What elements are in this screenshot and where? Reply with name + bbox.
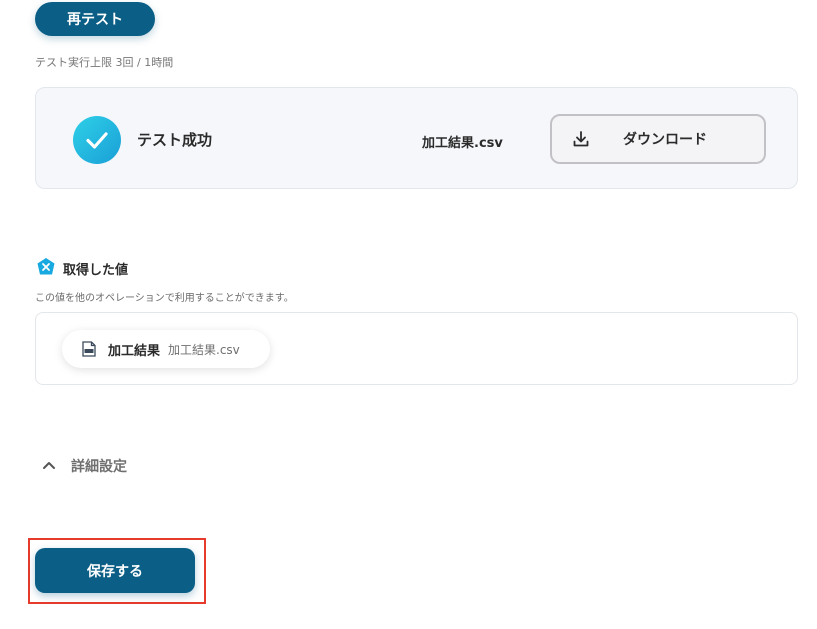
value-chip[interactable]: 加工結果 加工結果.csv — [62, 330, 270, 368]
download-label: ダウンロード — [623, 132, 707, 148]
check-icon — [73, 116, 121, 164]
test-limit-text: テスト実行上限 3回 / 1時間 — [35, 56, 174, 69]
value-file-name: 加工結果.csv — [168, 342, 240, 357]
acquired-values-box: 加工結果 加工結果.csv — [35, 312, 798, 385]
save-button[interactable]: 保存する — [35, 548, 195, 593]
test-result-card: テスト成功 加工結果.csv ダウンロード — [35, 87, 798, 189]
result-file-name: 加工結果.csv — [422, 136, 503, 151]
csv-file-icon — [82, 341, 96, 357]
download-icon — [572, 130, 590, 148]
retest-button[interactable]: 再テスト — [35, 2, 155, 36]
acquired-values-description: この値を他のオペレーションで利用することができます。 — [35, 293, 294, 304]
chevron-up-icon[interactable] — [42, 458, 56, 472]
acquired-values-title: 取得した値 — [63, 263, 129, 278]
value-label: 加工結果 — [108, 343, 161, 359]
detail-settings-toggle[interactable]: 詳細設定 — [71, 456, 127, 476]
download-button[interactable]: ダウンロード — [550, 114, 766, 164]
test-status-text: テスト成功 — [137, 131, 213, 149]
variable-x-icon — [36, 257, 56, 277]
